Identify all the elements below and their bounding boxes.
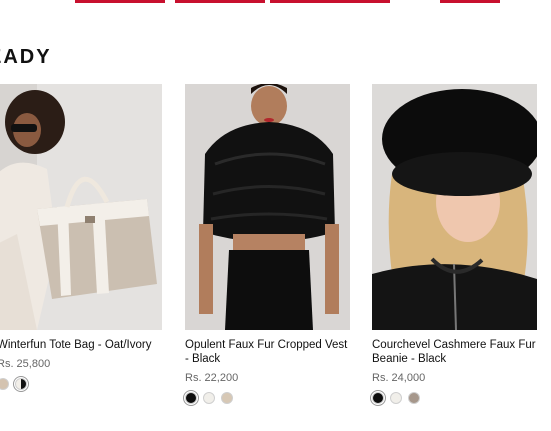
swatch-black[interactable]	[370, 390, 386, 406]
color-swatches	[370, 390, 537, 406]
product-price: Rs. 24,000	[372, 372, 426, 384]
swatch-ivory-black[interactable]	[13, 376, 29, 392]
swatch-taupe[interactable]	[408, 392, 420, 404]
top-accent-bar	[0, 0, 551, 4]
accent-segment	[75, 0, 165, 3]
product-title[interactable]: Courchevel Cashmere Faux Fur Beanie - Bl…	[372, 338, 537, 366]
swatch-beige[interactable]	[221, 392, 233, 404]
product-title[interactable]: Winterfun Tote Bag - Oat/Ivory	[0, 338, 162, 352]
color-swatches	[183, 390, 350, 406]
product-card[interactable]: Winterfun Tote Bag - Oat/Ivory Rs. 25,80…	[0, 84, 162, 392]
product-card[interactable]: Opulent Faux Fur Cropped Vest - Black Rs…	[183, 84, 350, 406]
product-image[interactable]	[0, 84, 162, 330]
swatch-ivory[interactable]	[390, 392, 402, 404]
product-image[interactable]	[185, 84, 350, 330]
swatch-black[interactable]	[183, 390, 199, 406]
accent-segment	[440, 0, 500, 3]
color-swatches	[0, 376, 162, 392]
section-heading: EADY	[0, 46, 52, 68]
product-price: Rs. 22,200	[185, 372, 239, 384]
accent-segment	[175, 0, 265, 3]
swatch-oat[interactable]	[0, 378, 9, 390]
product-title[interactable]: Opulent Faux Fur Cropped Vest - Black	[185, 338, 350, 366]
swatch-ivory[interactable]	[203, 392, 215, 404]
product-card[interactable]: Courchevel Cashmere Faux Fur Beanie - Bl…	[370, 84, 537, 406]
accent-segment	[270, 0, 390, 3]
product-price: Rs. 25,800	[0, 358, 51, 370]
product-image[interactable]	[372, 84, 537, 330]
